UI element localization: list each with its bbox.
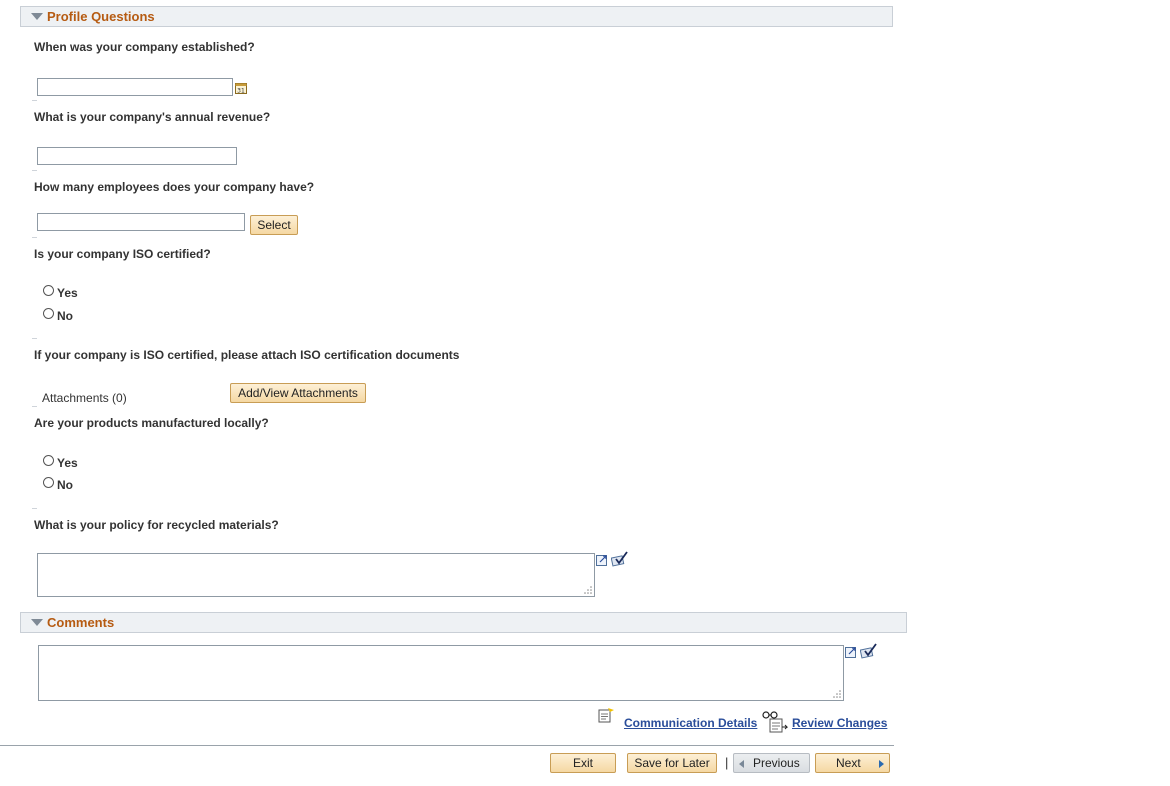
previous-label: Previous <box>753 756 800 770</box>
question-recycled: What is your policy for recycled materia… <box>34 518 279 532</box>
employees-input[interactable] <box>37 213 245 231</box>
iso-yes-label: Yes <box>57 286 78 300</box>
next-label: Next <box>836 756 861 770</box>
divider <box>32 406 37 407</box>
local-no-radio[interactable] <box>43 477 54 488</box>
revenue-input[interactable] <box>37 147 237 165</box>
question-iso: Is your company ISO certified? <box>34 247 211 261</box>
attachments-count: Attachments (0) <box>42 391 127 405</box>
review-changes-icon[interactable] <box>762 710 789 734</box>
expand-textarea-icon[interactable] <box>596 553 609 566</box>
button-separator: | <box>725 755 729 770</box>
add-view-attachments-button[interactable]: Add/View Attachments <box>230 383 366 403</box>
question-manufactured: Are your products manufactured locally? <box>34 416 269 430</box>
local-yes-label: Yes <box>57 456 78 470</box>
established-date-input[interactable] <box>37 78 233 96</box>
divider <box>32 100 37 101</box>
expand-textarea-icon[interactable] <box>845 645 858 658</box>
question-iso-attach: If your company is ISO certified, please… <box>34 348 460 362</box>
communication-details-link[interactable]: Communication Details <box>624 716 757 730</box>
divider <box>32 170 37 171</box>
footer-divider <box>0 745 894 746</box>
next-button[interactable]: Next <box>815 753 890 773</box>
iso-no-label: No <box>57 309 73 323</box>
previous-button[interactable]: Previous <box>733 753 810 773</box>
exit-button[interactable]: Exit <box>550 753 616 773</box>
next-arrow-icon <box>879 760 884 768</box>
spell-check-icon[interactable] <box>610 551 628 567</box>
save-for-later-button[interactable]: Save for Later <box>627 753 717 773</box>
comments-header[interactable]: Comments <box>20 612 907 633</box>
comments-textarea[interactable] <box>38 645 844 701</box>
question-revenue: What is your company's annual revenue? <box>34 110 271 124</box>
previous-arrow-icon <box>739 760 744 768</box>
iso-no-radio[interactable] <box>43 308 54 319</box>
svg-text:31: 31 <box>237 88 245 95</box>
collapse-triangle-icon <box>31 619 43 626</box>
question-employees: How many employees does your company hav… <box>34 180 315 194</box>
resize-grip-icon[interactable] <box>833 690 841 698</box>
section-title: Comments <box>47 615 115 630</box>
profile-questions-header[interactable]: Profile Questions <box>20 6 893 27</box>
divider <box>32 508 37 509</box>
section-title: Profile Questions <box>47 9 155 24</box>
divider <box>32 237 37 238</box>
communication-details-icon[interactable] <box>598 707 614 723</box>
question-established: When was your company established? <box>34 40 255 54</box>
select-button[interactable]: Select <box>250 215 298 235</box>
review-changes-link[interactable]: Review Changes <box>792 716 887 730</box>
calendar-icon[interactable]: 31 <box>235 82 247 95</box>
local-no-label: No <box>57 478 73 492</box>
resize-grip-icon[interactable] <box>584 586 592 594</box>
iso-yes-radio[interactable] <box>43 285 54 296</box>
divider <box>32 338 37 339</box>
collapse-triangle-icon <box>31 13 43 20</box>
recycled-policy-textarea[interactable] <box>37 553 595 597</box>
local-yes-radio[interactable] <box>43 455 54 466</box>
spell-check-icon[interactable] <box>859 643 877 659</box>
